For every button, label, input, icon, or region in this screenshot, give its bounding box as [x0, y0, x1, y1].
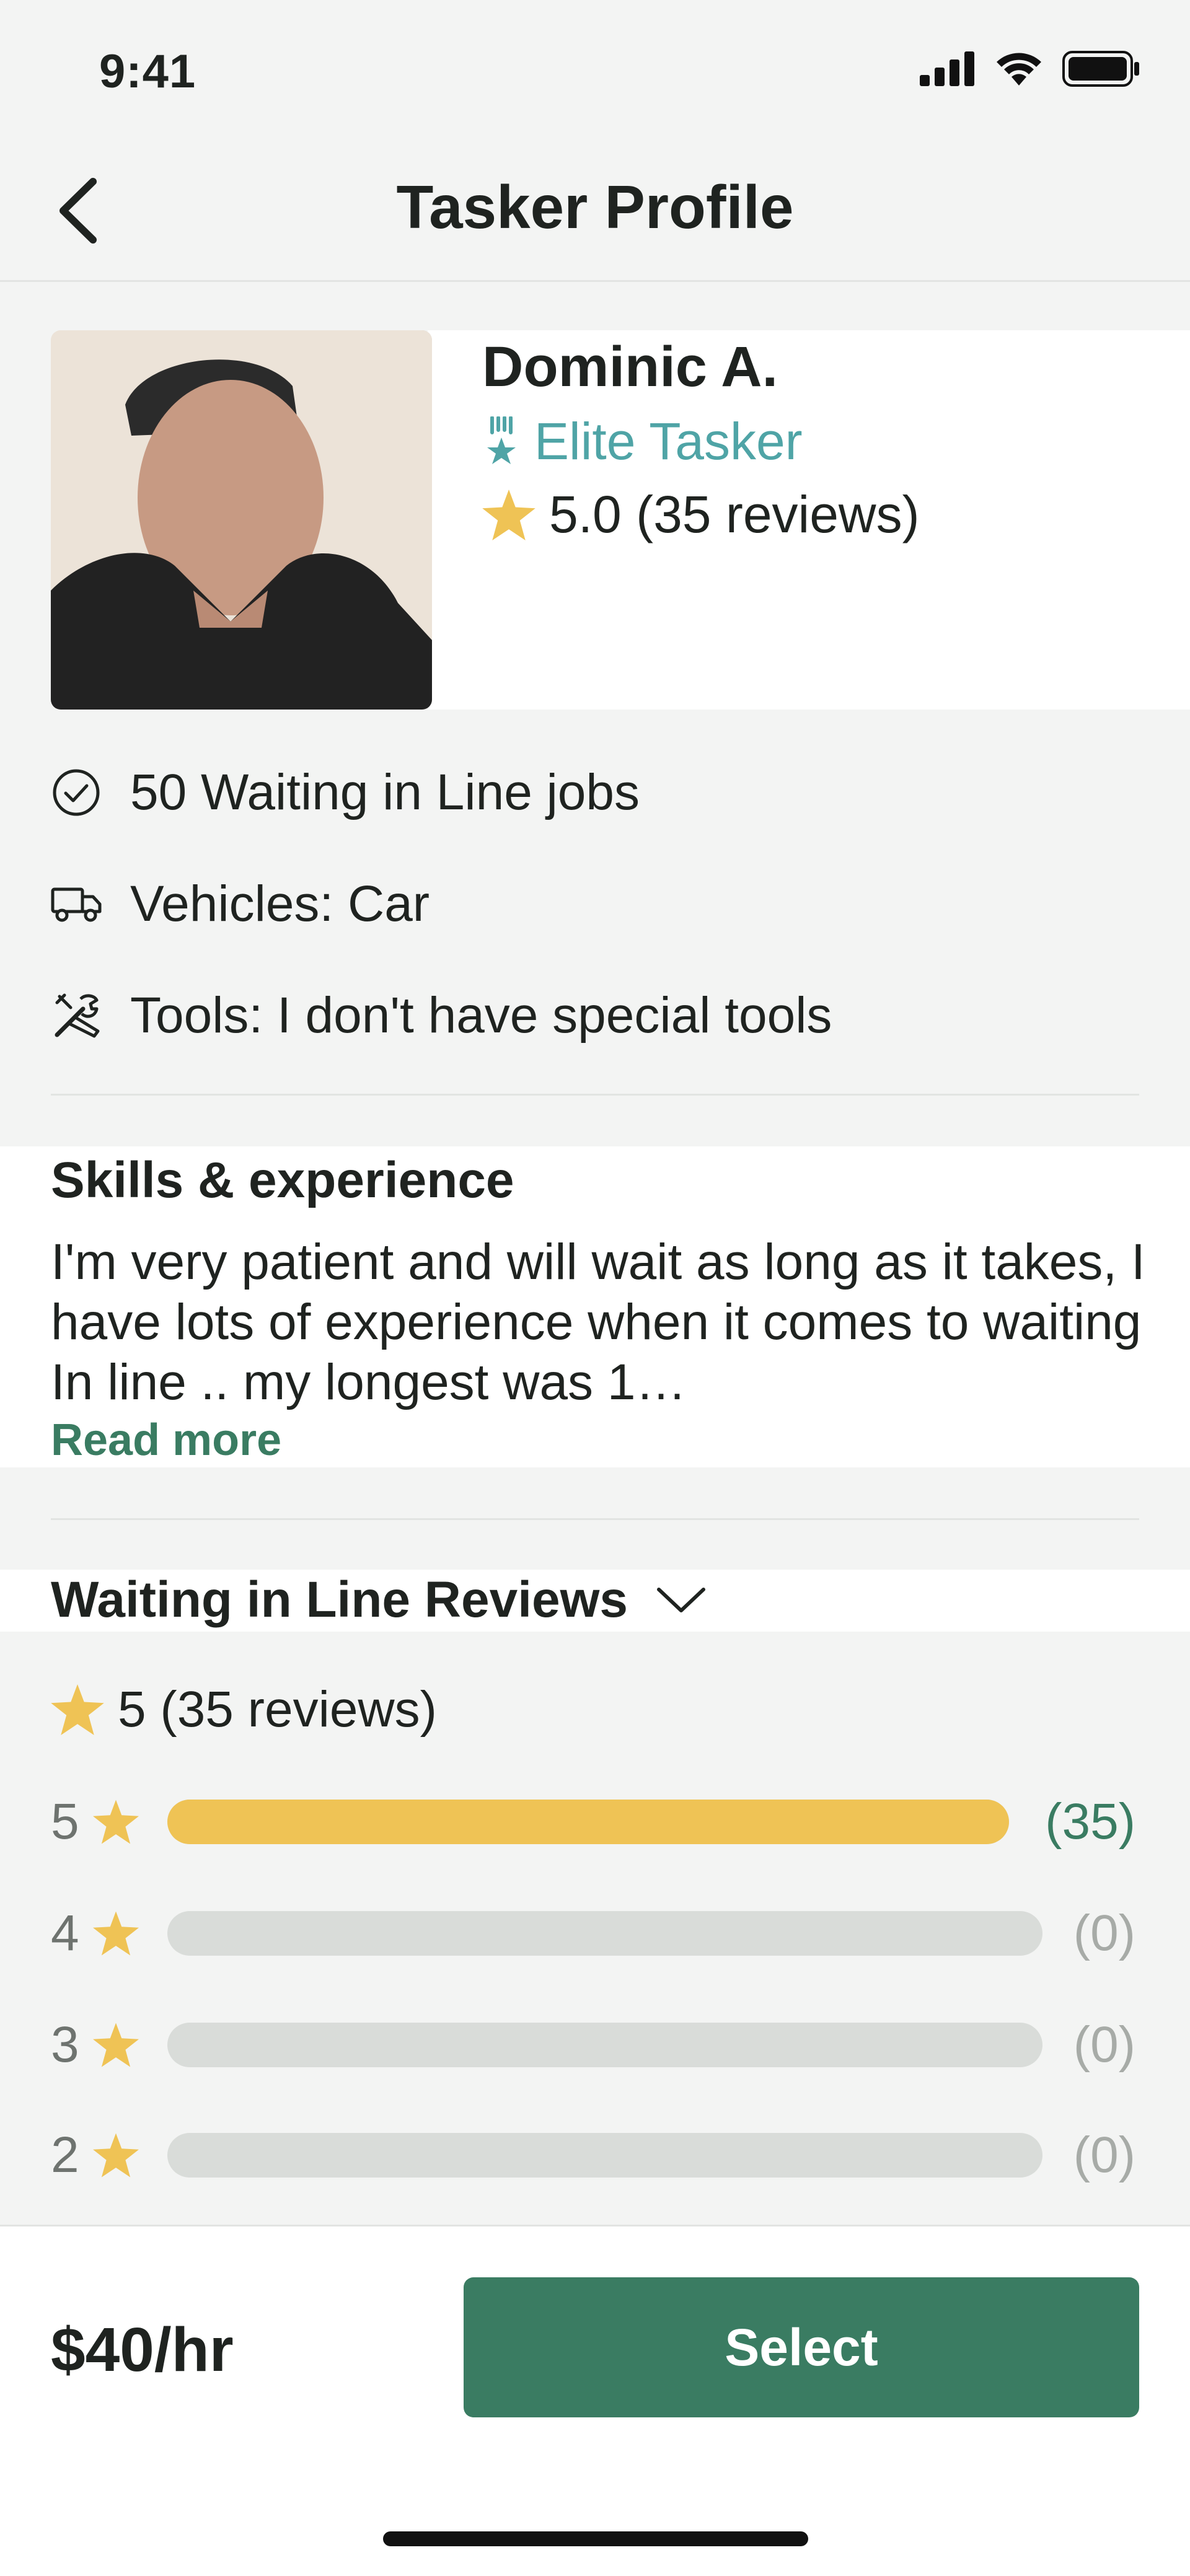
rating-bar-row: 4 (0) — [51, 1899, 1135, 1967]
profile-rating: 5.0 (35 reviews) — [482, 485, 920, 545]
rating-bar-row: 2 (0) — [51, 2121, 1135, 2189]
hourly-rate: $40/hr — [51, 2315, 234, 2385]
rating-bar-count: (0) — [1073, 2016, 1135, 2073]
elite-badge: Elite Tasker — [482, 411, 803, 472]
rating-bar-fill — [167, 1800, 1009, 1844]
skills-heading: Skills & experience — [51, 1152, 514, 1208]
cellular-signal-icon — [920, 51, 974, 86]
star-icon — [92, 2133, 139, 2178]
tools-item: Tools: I don't have special tools — [51, 987, 832, 1045]
reviews-heading-label: Waiting in Line Reviews — [51, 1572, 628, 1628]
star-icon — [51, 1684, 104, 1735]
rating-bar-track — [167, 1911, 1042, 1956]
rating-bar-stars: 3 — [51, 2016, 79, 2073]
vehicles-item: Vehicles: Car — [51, 875, 430, 933]
vehicles-text: Vehicles: Car — [130, 876, 430, 932]
rating-bar-stars: 4 — [51, 1905, 79, 1961]
profile-rating-text: 5.0 (35 reviews) — [549, 485, 920, 543]
award-ribbon-icon — [487, 416, 516, 464]
star-icon — [92, 1800, 139, 1844]
star-icon — [482, 489, 536, 540]
star-icon — [92, 1911, 139, 1956]
battery-icon — [1062, 51, 1139, 87]
info-divider — [51, 1094, 1139, 1096]
rating-bar-track — [167, 2133, 1042, 2178]
skills-divider — [51, 1518, 1139, 1520]
rating-bar-row: 5 (35) — [51, 1788, 1135, 1856]
reviews-summary: 5 (35 reviews) — [51, 1681, 437, 1739]
header-divider — [0, 280, 1190, 282]
rating-bar-track — [167, 1800, 1009, 1844]
page-title: Tasker Profile — [396, 173, 794, 241]
wifi-icon — [997, 53, 1041, 86]
check-circle-icon — [51, 767, 102, 818]
jobs-count-text: 50 Waiting in Line jobs — [130, 764, 640, 820]
tasker-name: Dominic A. — [482, 335, 778, 398]
home-indicator[interactable] — [383, 2531, 808, 2546]
rating-bar-count: (0) — [1073, 2127, 1135, 2183]
tools-text: Tools: I don't have special tools — [130, 987, 832, 1044]
rating-bar-row: 3 (0) — [51, 2011, 1135, 2079]
read-more-link[interactable]: Read more — [51, 1415, 281, 1466]
status-icons — [920, 51, 1140, 87]
reviews-summary-text: 5 (35 reviews) — [118, 1681, 437, 1738]
status-time: 9:41 — [99, 45, 196, 98]
reviews-category-dropdown[interactable]: Waiting in Line Reviews — [51, 1571, 706, 1629]
truck-icon — [51, 879, 102, 930]
rating-bar-stars: 2 — [51, 2127, 79, 2183]
tools-icon — [51, 990, 102, 1041]
avatar-photo — [51, 330, 432, 710]
rating-bar-stars: 5 — [51, 1793, 79, 1850]
select-button[interactable]: Select — [464, 2277, 1139, 2417]
chevron-down-icon — [657, 1588, 705, 1612]
rating-bar-count: (0) — [1073, 1905, 1135, 1961]
skills-description: I'm very patient and will wait as long a… — [51, 1234, 1145, 1410]
star-icon — [92, 2023, 139, 2067]
rating-bar-count: (35) — [1045, 1793, 1135, 1850]
elite-badge-label: Elite Tasker — [534, 412, 803, 470]
avatar — [51, 330, 432, 710]
rating-bar-track — [167, 2023, 1042, 2067]
jobs-count-item: 50 Waiting in Line jobs — [51, 763, 640, 822]
